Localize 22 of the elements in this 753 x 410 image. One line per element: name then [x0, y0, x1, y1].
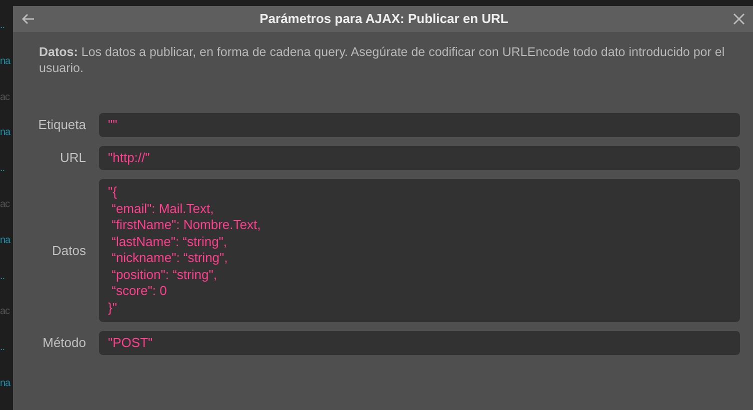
field-label: URL: [58, 149, 87, 168]
dialog-title: Parámetros para AJAX: Publicar en URL: [258, 10, 510, 28]
input-field[interactable]: "": [99, 112, 740, 137]
description-text: Datos: Los datos a publicar, en forma de cadena query. Asegúrate de codificar con URLEncode todo dato introducido por el usuario.: [38, 44, 726, 76]
background-text: ..: [0, 164, 6, 174]
background-text: ..: [0, 272, 6, 282]
field-label: Etiqueta: [37, 116, 87, 134]
back-button[interactable]: [21, 13, 35, 25]
back-arrow-icon: [21, 13, 35, 25]
background-text: ..: [0, 343, 6, 354]
close-icon: [733, 13, 745, 25]
close-button[interactable]: [733, 13, 745, 25]
background-text: na: [0, 236, 12, 246]
input-field[interactable]: "http://": [99, 146, 740, 170]
field-label: Datos: [51, 242, 87, 260]
text-area[interactable]: "{ “email": Mail.Text, “firstName": Nombre.Text, “lastName": “string", “nickname": “string", “position": “string", “score": 0 }": [99, 179, 740, 322]
background-text: ..: [0, 20, 6, 31]
background-text: na: [0, 56, 12, 67]
background-text: na: [0, 379, 12, 390]
background-text: na: [0, 128, 12, 138]
field-label: Método: [42, 334, 87, 352]
input-field[interactable]: "POST": [99, 331, 740, 356]
